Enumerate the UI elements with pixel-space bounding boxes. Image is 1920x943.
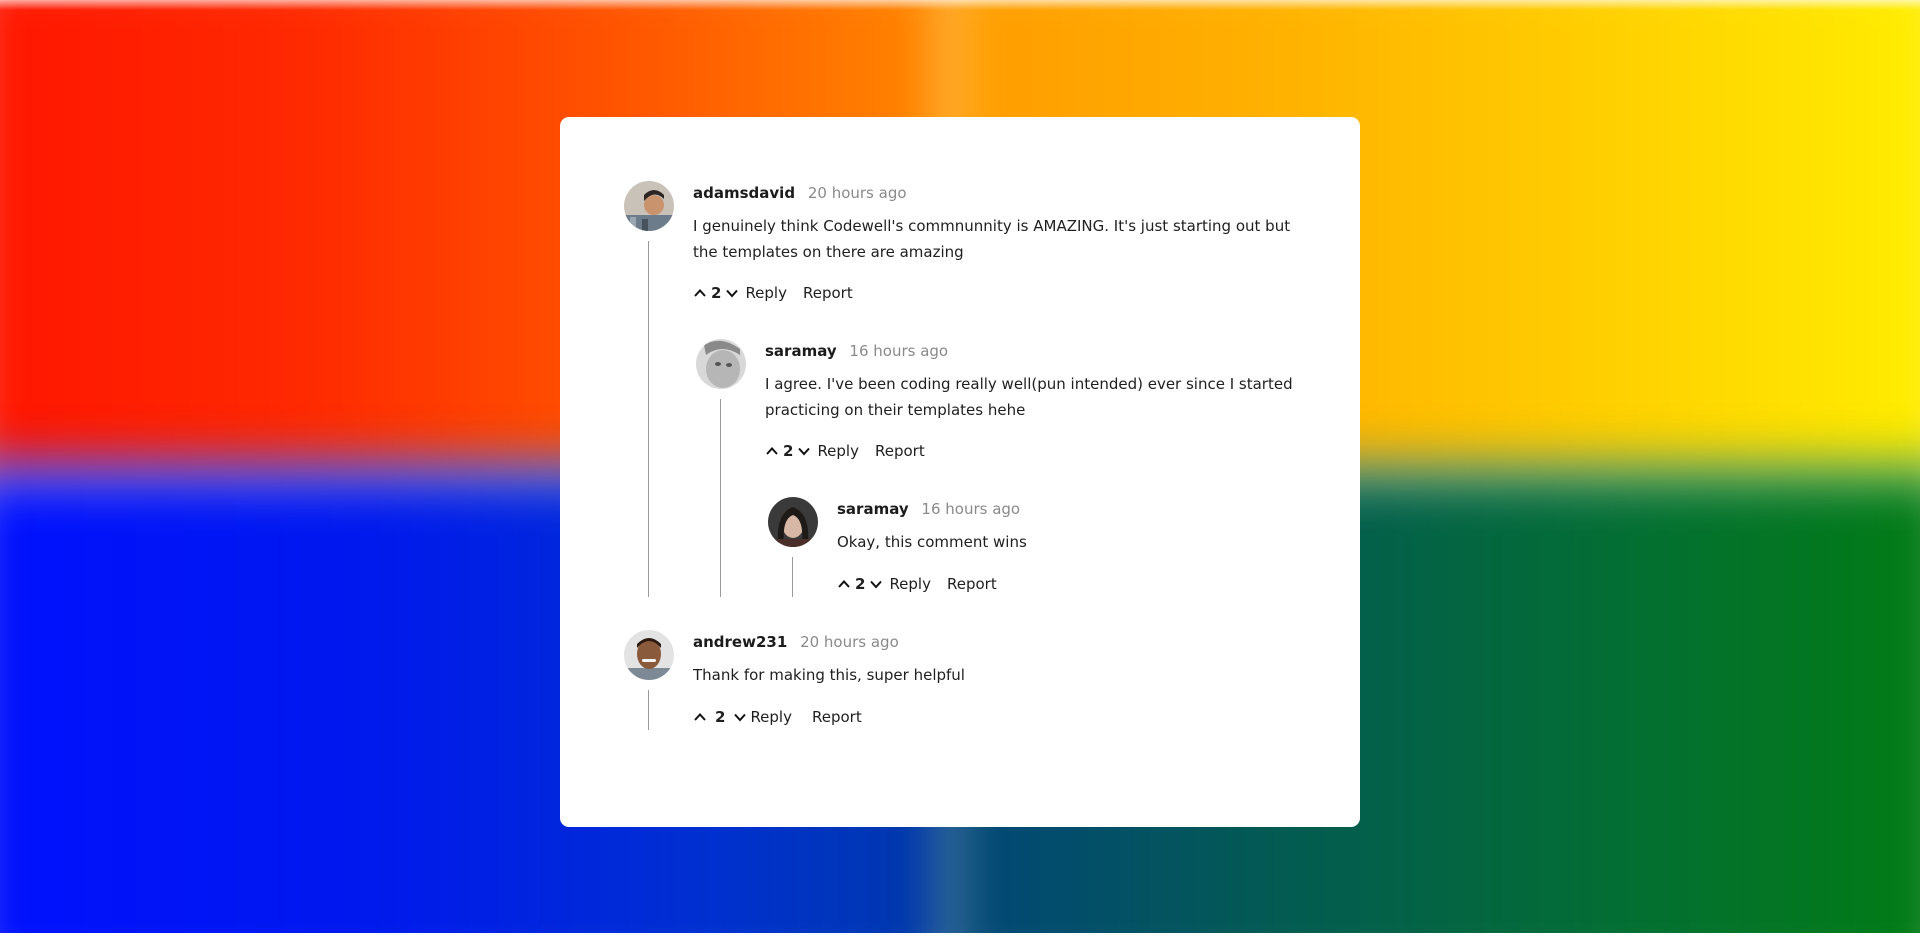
- reply-button[interactable]: Reply: [817, 442, 859, 460]
- comment-header: adamsdavid 20 hours ago: [693, 184, 907, 202]
- timestamp: 20 hours ago: [800, 633, 899, 651]
- chevron-up-icon[interactable]: [693, 286, 707, 300]
- report-button[interactable]: Report: [812, 708, 862, 726]
- avatar[interactable]: [624, 630, 674, 680]
- user-avatar-icon: [624, 630, 674, 680]
- vote-count: 2: [715, 708, 726, 726]
- vote-count: 2: [783, 442, 794, 460]
- timestamp: 20 hours ago: [807, 184, 907, 202]
- chevron-up-icon[interactable]: [693, 710, 707, 724]
- chevron-down-icon[interactable]: [869, 577, 883, 591]
- chevron-down-icon[interactable]: [725, 286, 739, 300]
- comment-text-line: practicing on their templates hehe: [765, 401, 1026, 419]
- comments-card: adamsdavid 20 hours ago I genuinely thin…: [560, 117, 1360, 827]
- avatar[interactable]: [624, 181, 674, 231]
- timestamp: 16 hours ago: [921, 500, 1021, 518]
- reply-button[interactable]: Reply: [745, 284, 787, 302]
- comment-header: saramay 16 hours ago: [765, 342, 948, 360]
- reply-button[interactable]: Reply: [889, 575, 931, 593]
- comment-body: Okay, this comment wins: [837, 529, 1277, 555]
- comment-body: I agree. I've been coding really well(pu…: [765, 371, 1325, 423]
- comment-actions: 2 Reply Report: [693, 284, 853, 302]
- comment-text-line: the templates on there are amazing: [693, 243, 964, 261]
- username[interactable]: adamsdavid: [693, 184, 795, 202]
- report-button[interactable]: Report: [875, 442, 925, 460]
- thread-line: [648, 241, 649, 597]
- background-bottom-edge: [0, 933, 1920, 943]
- timestamp: 16 hours ago: [849, 342, 949, 360]
- chevron-up-icon[interactable]: [765, 444, 779, 458]
- comment-text-line: Thank for making this, super helpful: [693, 666, 965, 684]
- background-top-edge: [0, 0, 1920, 10]
- thread-line: [648, 690, 649, 730]
- comment-actions: 2 Reply Report: [693, 708, 862, 726]
- report-button[interactable]: Report: [947, 575, 997, 593]
- username[interactable]: andrew231: [693, 633, 787, 651]
- comment-header: andrew231 20 hours ago: [693, 633, 899, 651]
- chevron-down-icon[interactable]: [797, 444, 811, 458]
- vote-count: 2: [711, 284, 722, 302]
- comment-header: saramay 16 hours ago: [837, 500, 1020, 518]
- comment-text-line: I agree. I've been coding really well(pu…: [765, 375, 1293, 393]
- comment-text-line: I genuinely think Codewell's commnunnity…: [693, 217, 1291, 235]
- comment-actions: 2 Reply Report: [837, 575, 997, 593]
- comment-body: Thank for making this, super helpful: [693, 662, 1293, 688]
- avatar[interactable]: [696, 339, 746, 389]
- comment-body: I genuinely think Codewell's commnunnity…: [693, 213, 1293, 265]
- comment-actions: 2 Reply Report: [765, 442, 925, 460]
- chevron-up-icon[interactable]: [837, 577, 851, 591]
- user-avatar-icon: [624, 181, 674, 231]
- thread-line: [792, 557, 793, 597]
- comment-text-line: Okay, this comment wins: [837, 533, 1027, 551]
- reply-button[interactable]: Reply: [750, 708, 792, 726]
- chevron-down-icon[interactable]: [733, 710, 747, 724]
- user-avatar-icon: [768, 497, 818, 547]
- username[interactable]: saramay: [837, 500, 909, 518]
- vote-count: 2: [855, 575, 866, 593]
- username[interactable]: saramay: [765, 342, 837, 360]
- report-button[interactable]: Report: [803, 284, 853, 302]
- avatar[interactable]: [768, 497, 818, 547]
- thread-line: [720, 399, 721, 597]
- user-avatar-icon: [696, 339, 746, 389]
